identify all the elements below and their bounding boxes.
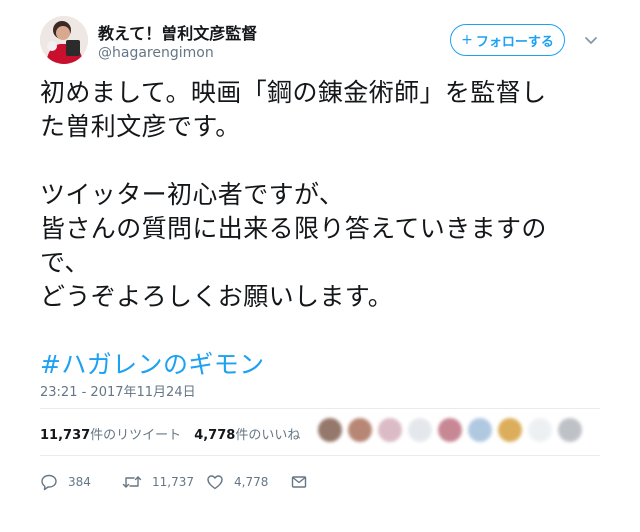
like-action-count: 4,778 bbox=[234, 475, 269, 489]
tweet-timestamp[interactable]: 23:21 - 2017年11月24日 bbox=[40, 381, 196, 400]
liker-avatar[interactable] bbox=[468, 418, 492, 442]
hashtag-link[interactable]: #ハガレンのギモン bbox=[40, 348, 600, 382]
liker-avatars bbox=[318, 418, 582, 442]
follow-button-label: フォローする bbox=[475, 34, 554, 50]
tweet-text-line: た曽利文彦です。 bbox=[40, 112, 241, 141]
engagement-stats: 11,737件のリツイート 4,778件のいいね bbox=[40, 424, 300, 443]
liker-avatar[interactable] bbox=[438, 418, 462, 442]
tweet-text: 初めまして。映画「鋼の錬金術師」を監督し た曽利文彦です。 ツイッター初心者です… bbox=[40, 76, 600, 382]
display-name[interactable]: 教えて！曽利文彦監督 bbox=[98, 20, 257, 44]
follow-button[interactable]: + フォローする bbox=[450, 24, 565, 56]
retweet-action[interactable]: 11,737 bbox=[122, 473, 206, 491]
tweet-card: 教えて！曽利文彦監督 @hagarengimon + フォローする 初めまして。… bbox=[0, 0, 640, 532]
plus-icon: + bbox=[461, 32, 473, 48]
direct-message-action[interactable] bbox=[290, 473, 308, 491]
like-action[interactable]: 4,778 bbox=[206, 473, 290, 491]
liker-avatar[interactable] bbox=[348, 418, 372, 442]
tweet-actions: 384 11,737 4,778 bbox=[40, 472, 308, 492]
reply-count: 384 bbox=[68, 475, 91, 489]
user-handle[interactable]: @hagarengimon bbox=[98, 45, 214, 61]
divider bbox=[40, 455, 600, 456]
liker-avatar[interactable] bbox=[528, 418, 552, 442]
retweet-count: 11,737 bbox=[40, 428, 91, 443]
retweet-action-count: 11,737 bbox=[152, 475, 194, 489]
reply-action[interactable]: 384 bbox=[40, 473, 122, 491]
like-stat[interactable]: 4,778件のいいね bbox=[194, 424, 300, 443]
chevron-down-icon[interactable] bbox=[583, 32, 599, 48]
heart-icon bbox=[207, 475, 223, 490]
tweet-text-line: で、 bbox=[40, 248, 90, 277]
divider bbox=[40, 408, 600, 409]
liker-avatar[interactable] bbox=[378, 418, 402, 442]
tweet-text-line: 初めまして。映画「鋼の錬金術師」を監督し bbox=[40, 78, 547, 107]
tweet-text-line: 皆さんの質問に出来る限り答えていきますの bbox=[40, 214, 547, 243]
avatar[interactable] bbox=[40, 16, 88, 64]
liker-avatar[interactable] bbox=[318, 418, 342, 442]
tweet-text-line: どうぞよろしくお願いします。 bbox=[40, 282, 394, 311]
retweet-icon bbox=[122, 476, 142, 488]
retweet-stat[interactable]: 11,737件のリツイート bbox=[40, 424, 181, 443]
tweet-text-line: ツイッター初心者ですが、 bbox=[40, 180, 345, 209]
like-label: 件のいいね bbox=[235, 428, 301, 443]
liker-avatar[interactable] bbox=[498, 418, 522, 442]
reply-icon bbox=[41, 474, 57, 491]
retweet-label: 件のリツイート bbox=[90, 428, 182, 443]
liker-avatar[interactable] bbox=[558, 418, 582, 442]
like-count: 4,778 bbox=[194, 428, 236, 443]
liker-avatar[interactable] bbox=[408, 418, 432, 442]
envelope-icon bbox=[291, 476, 307, 488]
